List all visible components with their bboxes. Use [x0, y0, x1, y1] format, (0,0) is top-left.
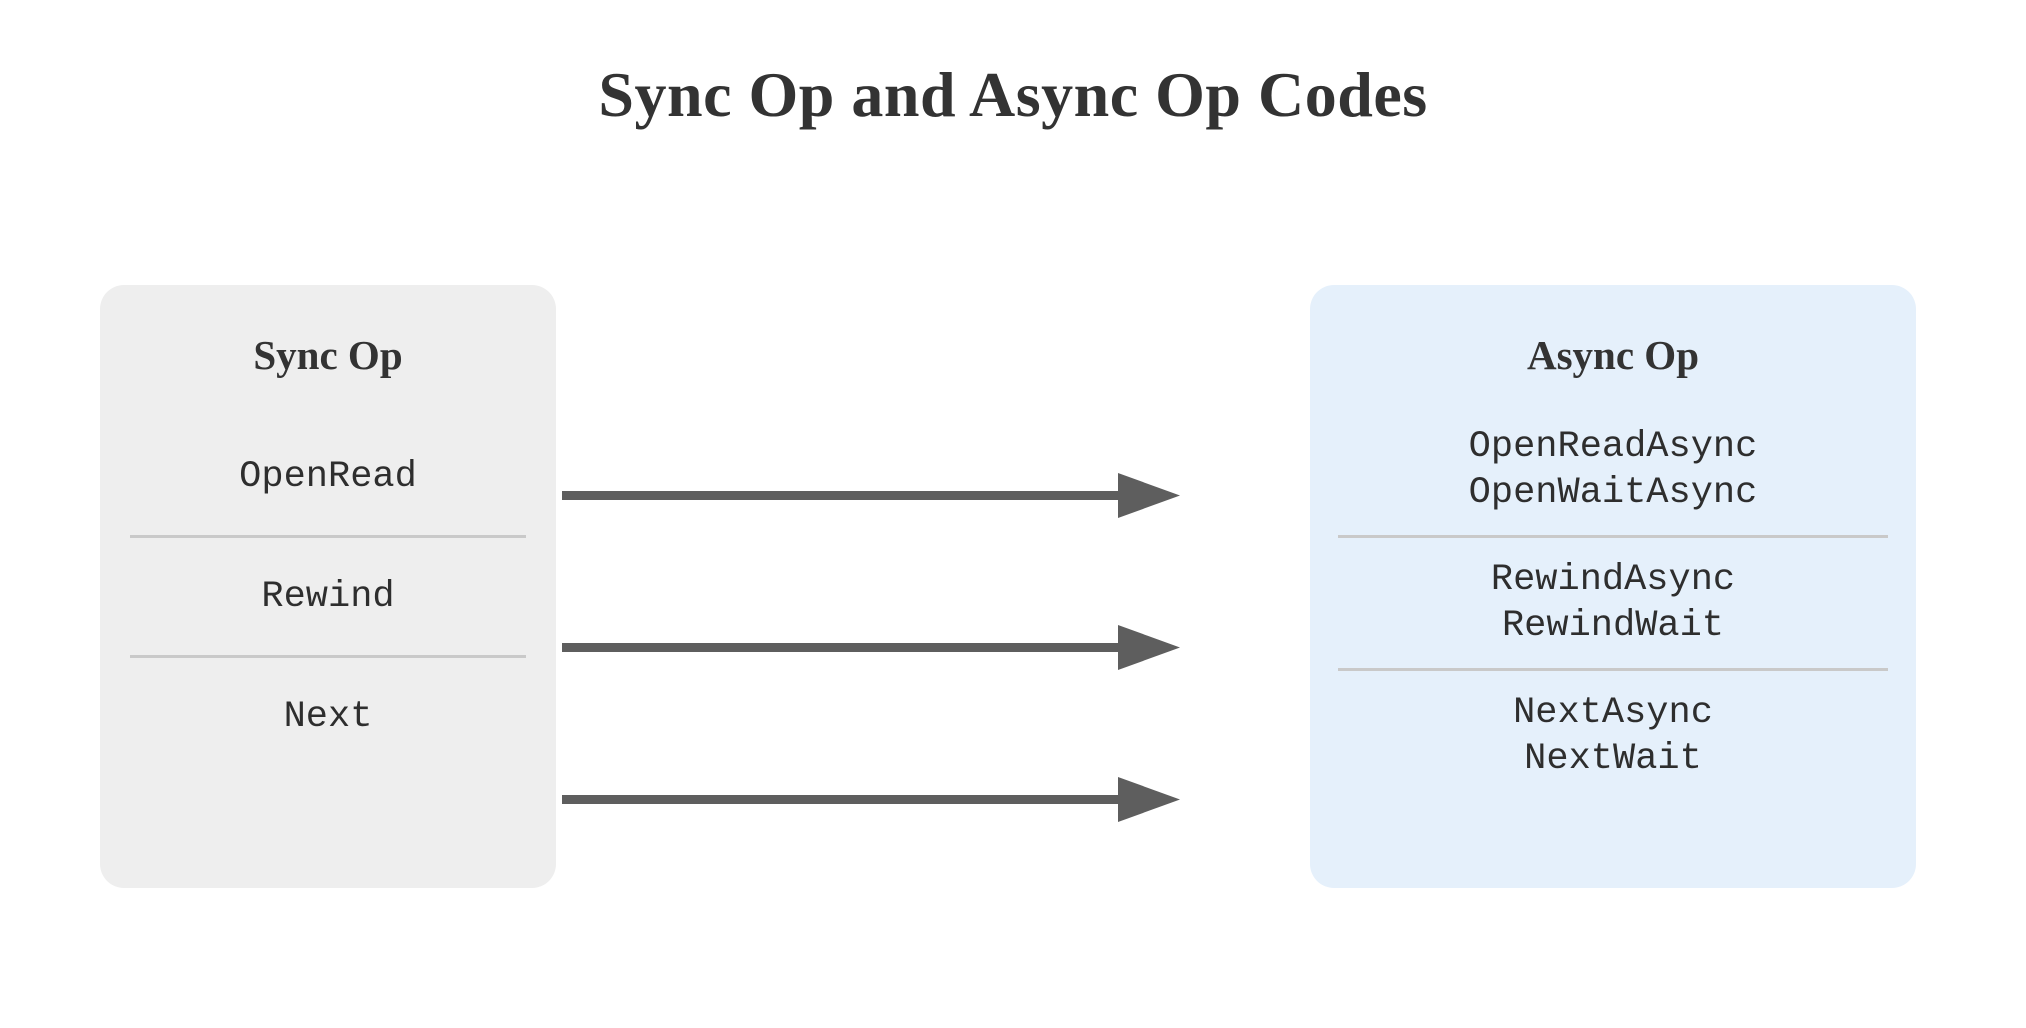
mapping-arrow-rewind — [562, 625, 1180, 670]
sync-op-panel: Sync Op OpenRead Rewind Next — [100, 285, 556, 888]
async-op-item: OpenReadAsync — [1468, 426, 1758, 468]
async-op-item: NextWait — [1524, 738, 1702, 780]
async-op-panel: Async Op OpenReadAsync OpenWaitAsync Rew… — [1310, 285, 1916, 888]
async-op-item: RewindWait — [1501, 605, 1725, 647]
async-op-panel-header: Async Op — [1526, 332, 1699, 378]
diagram-canvas: Sync Op and Async Op Codes Sync Op OpenR… — [0, 0, 2026, 1028]
sync-op-item: Rewind — [261, 575, 395, 618]
sync-op-item: OpenRead — [239, 455, 417, 498]
async-op-item: RewindAsync — [1490, 559, 1736, 601]
async-op-panel-body: OpenReadAsync OpenWaitAsync RewindAsync … — [1310, 379, 1916, 888]
mapping-arrow-openread — [562, 473, 1180, 518]
sync-op-group-0: OpenRead — [126, 418, 530, 535]
sync-op-panel-header: Sync Op — [253, 332, 403, 378]
sync-op-group-2: Next — [126, 658, 530, 775]
mapping-arrow-next — [562, 777, 1180, 822]
sync-op-group-1: Rewind — [126, 538, 530, 655]
async-op-group-0: OpenReadAsync OpenWaitAsync — [1336, 405, 1890, 535]
sync-op-panel-body: OpenRead Rewind Next — [100, 379, 556, 888]
async-op-group-1: RewindAsync RewindWait — [1336, 538, 1890, 668]
sync-op-item: Next — [283, 695, 373, 738]
async-op-group-2: NextAsync NextWait — [1336, 671, 1890, 801]
async-op-item: NextAsync — [1513, 692, 1713, 734]
page-title: Sync Op and Async Op Codes — [598, 59, 1428, 130]
async-op-item: OpenWaitAsync — [1468, 472, 1758, 514]
